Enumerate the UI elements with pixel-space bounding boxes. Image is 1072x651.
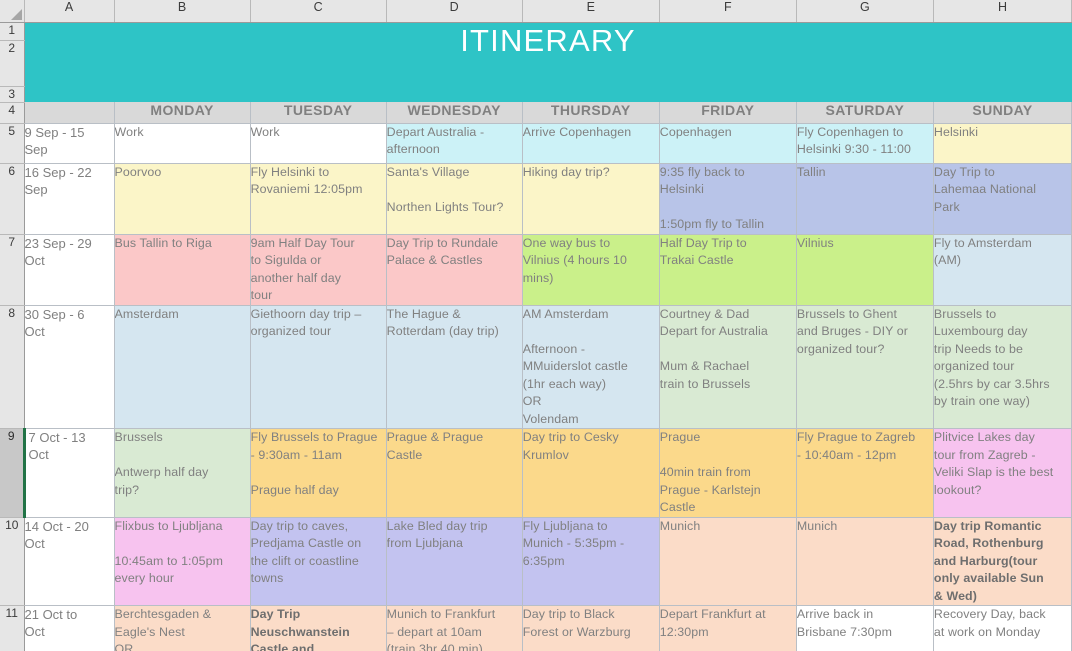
column-header-e[interactable]: E: [522, 0, 660, 23]
column-header-h[interactable]: H: [933, 0, 1072, 23]
cell-G5[interactable]: Fly Copenhagen to Helsinki 9:30 - 11:00: [796, 123, 934, 164]
week-row-7: 7 23 Sep - 29 Oct Bus Tallin to Riga 9am Ha…: [0, 234, 1072, 306]
cell-E8[interactable]: AM Amsterdam Afternoon - MMuiderslot cas…: [522, 305, 660, 429]
cell-F10[interactable]: Munich: [659, 517, 797, 606]
column-header-c[interactable]: C: [250, 0, 387, 23]
cell-F9[interactable]: Prague 40min train from Prague - Karlste…: [659, 428, 797, 518]
cell-G7[interactable]: Vilnius: [796, 234, 934, 306]
week-label-cell[interactable]: 9 Sep - 15 Sep: [24, 123, 115, 164]
cell-G8[interactable]: Brussels to Ghent and Bruges - DIY or or…: [796, 305, 934, 429]
day-header-wednesday: WEDNESDAY: [386, 102, 523, 124]
cell-H5[interactable]: Helsinki: [933, 123, 1072, 164]
cell-C11[interactable]: Day Trip Neuschwanstein Castle and Linde…: [250, 605, 387, 651]
select-all-corner[interactable]: [0, 0, 25, 23]
cell-D5[interactable]: Depart Australia - afternoon: [386, 123, 523, 164]
row-header-6[interactable]: 6: [0, 163, 25, 235]
column-header-a[interactable]: A: [24, 0, 115, 23]
cell-C9[interactable]: Fly Brussels to Prague - 9:30am - 11am P…: [250, 428, 387, 518]
cell-E5[interactable]: Arrive Copenhagen: [522, 123, 660, 164]
day-header-tuesday: TUESDAY: [250, 102, 387, 124]
cell-C7[interactable]: 9am Half Day Tour to Sigulda or another …: [250, 234, 387, 306]
cell-H8[interactable]: Brussels to Luxembourg day trip Needs to…: [933, 305, 1072, 429]
row-header-8[interactable]: 8: [0, 305, 25, 429]
cell-C8[interactable]: Giethoorn day trip – organized tour: [250, 305, 387, 429]
cell-C5[interactable]: Work: [250, 123, 387, 164]
cell-B7[interactable]: Bus Tallin to Riga: [114, 234, 251, 306]
page-title: ITINERARY: [460, 22, 636, 58]
cell-E9[interactable]: Day trip to Cesky Krumlov: [522, 428, 660, 518]
row-header-1[interactable]: 1: [0, 22, 25, 41]
cell-G9[interactable]: Fly Prague to Zagreb - 10:40am - 12pm: [796, 428, 934, 518]
cell-E11[interactable]: Day trip to Black Forest or Warzburg: [522, 605, 660, 651]
week-row-10: 10 14 Oct - 20 Oct Flixbus to Ljubljana 10…: [0, 517, 1072, 606]
cell-H10[interactable]: Day trip Romantic Road, Rothenburg and H…: [933, 517, 1072, 606]
cell-F7[interactable]: Half Day Trip to Trakai Castle: [659, 234, 797, 306]
cell-B11[interactable]: Berchtesgaden & Eagle's Nest OR Nurember…: [114, 605, 251, 651]
cell-D8[interactable]: The Hague & Rotterdam (day trip): [386, 305, 523, 429]
select-all-triangle-icon: [10, 8, 22, 20]
cell-E7[interactable]: One way bus to Vilnius (4 hours 10 mins): [522, 234, 660, 306]
cell-B6[interactable]: Poorvoo: [114, 163, 251, 235]
day-header-thursday: THURSDAY: [522, 102, 660, 124]
banner-row: 1 ITINERARY: [0, 22, 1072, 102]
cell-H7[interactable]: Fly to Amsterdam (AM): [933, 234, 1072, 306]
week-row-11: 11 21 Oct to Oct Berchtesgaden & Eagle's N…: [0, 605, 1072, 651]
week-label-cell[interactable]: 30 Sep - 6 Oct: [24, 305, 115, 429]
week-label-cell[interactable]: 7 Oct - 13 Oct: [22, 428, 115, 518]
spreadsheet-sheet[interactable]: A B C D E F G H 1 ITINERARY 2 3 4 MONDAY TUESDAY WEDNES…: [0, 0, 1072, 651]
cell-B8[interactable]: Amsterdam: [114, 305, 251, 429]
week-row-5: 59 Sep - 15 Sep Work Work Depart Australia …: [0, 123, 1072, 164]
cell-B9[interactable]: Brussels Antwerp half day trip?: [114, 428, 251, 518]
cell-D10[interactable]: Lake Bled day trip from Ljubjana: [386, 517, 523, 606]
row-header-2[interactable]: 2: [0, 40, 25, 87]
cell-C6[interactable]: Fly Helsinki to Rovaniemi 12:05pm: [250, 163, 387, 235]
cell-F6[interactable]: 9:35 fly back to Helsinki 1:50pm fly to …: [659, 163, 797, 235]
day-header-friday: FRIDAY: [659, 102, 797, 124]
column-header-row: ABCDEFGH: [0, 0, 1072, 23]
cell-H9[interactable]: Plitvice Lakes day tour from Zagreb - Ve…: [933, 428, 1072, 518]
cell-D6[interactable]: Santa's Village Northen Lights Tour?: [386, 163, 523, 235]
cell-D7[interactable]: Day Trip to Rundale Palace & Castles: [386, 234, 523, 306]
day-header-row: 4 MONDAY TUESDAY WEDNESDAY THURSDAY FRIDAY SAT…: [0, 102, 1072, 124]
cell-H11[interactable]: Recovery Day, back at work on Monday: [933, 605, 1072, 651]
day-header-saturday: SATURDAY: [796, 102, 934, 124]
row-header-9[interactable]: 9: [0, 428, 25, 518]
week-label-cell[interactable]: 16 Sep - 22 Sep: [24, 163, 115, 235]
week-row-8: 8 30 Sep - 6 Oct Amsterdam Giethoorn day tr…: [0, 305, 1072, 429]
column-header-b[interactable]: B: [114, 0, 251, 23]
cell-C10[interactable]: Day trip to caves, Predjama Castle on th…: [250, 517, 387, 606]
week-row-9: 97 Oct - 13 Oct Brussels Antwerp half day…: [0, 428, 1072, 518]
cell-E10[interactable]: Fly Ljubljana to Munich - 5:35pm - 6:35p…: [522, 517, 660, 606]
week-label-cell[interactable]: 21 Oct to Oct: [24, 605, 115, 651]
cell-H6[interactable]: Day Trip to Lahemaa National Park: [933, 163, 1072, 235]
day-header-monday: MONDAY: [114, 102, 251, 124]
row-header-4[interactable]: 4: [0, 102, 25, 124]
row-header-10[interactable]: 10: [0, 517, 25, 606]
row-header-7[interactable]: 7: [0, 234, 25, 306]
column-header-d[interactable]: D: [386, 0, 523, 23]
column-header-f[interactable]: F: [659, 0, 797, 23]
column-header-g[interactable]: G: [796, 0, 934, 23]
cell-F11[interactable]: Depart Frankfurt at 12:30pm: [659, 605, 797, 651]
week-label-cell[interactable]: 23 Sep - 29 Oct: [24, 234, 115, 306]
cell-G6[interactable]: Tallin: [796, 163, 934, 235]
row-header-3[interactable]: 3: [0, 86, 25, 103]
cell-G10[interactable]: Munich: [796, 517, 934, 606]
day-header-sunday: SUNDAY: [933, 102, 1072, 124]
cell-B5[interactable]: Work: [114, 123, 251, 164]
cell-F5[interactable]: Copenhagen: [659, 123, 797, 164]
itinerary-title-banner: ITINERARY: [24, 22, 1072, 102]
row-header-5[interactable]: 5: [0, 123, 25, 164]
week-row-6: 6 16 Sep - 22 Sep Poorvoo Fly Helsinki to R…: [0, 163, 1072, 235]
cell-D11[interactable]: Munich to Frankfurt – depart at 10am (tr…: [386, 605, 523, 651]
day-header-blank: [24, 102, 115, 124]
spreadsheet-grid: A B C D E F G H 1 ITINERARY 2 3 4 MONDAY TUESDAY WEDNES…: [0, 0, 1072, 651]
cell-D9[interactable]: Prague & Prague Castle: [386, 428, 523, 518]
cell-F8[interactable]: Courtney & Dad Depart for Australia Mum …: [659, 305, 797, 429]
row-header-11[interactable]: 11: [0, 605, 25, 651]
cell-G11[interactable]: Arrive back in Brisbane 7:30pm: [796, 605, 934, 651]
cell-B10[interactable]: Flixbus to Ljubljana 10:45am to 1:05pm e…: [114, 517, 251, 606]
week-label-cell[interactable]: 14 Oct - 20 Oct: [24, 517, 115, 606]
cell-E6[interactable]: Hiking day trip?: [522, 163, 660, 235]
